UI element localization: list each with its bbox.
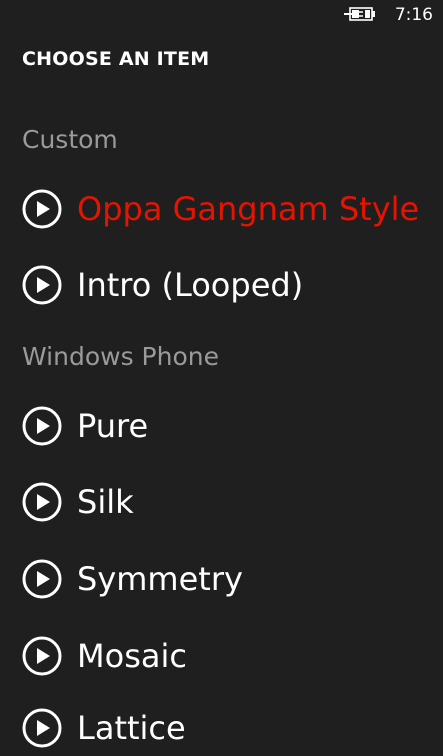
play-circle-icon bbox=[21, 405, 63, 447]
play-circle-icon bbox=[21, 635, 63, 677]
play-circle-icon bbox=[21, 264, 63, 306]
list-item-intro-looped[interactable]: Intro (Looped) bbox=[21, 257, 441, 313]
battery-charging-icon bbox=[344, 6, 376, 22]
item-label: Intro (Looped) bbox=[77, 266, 304, 304]
group-header-custom: Custom bbox=[22, 125, 118, 154]
item-label: Silk bbox=[77, 483, 134, 521]
status-bar: 7:16 bbox=[0, 0, 443, 32]
play-circle-icon bbox=[21, 481, 63, 523]
clock: 7:16 bbox=[394, 5, 433, 25]
item-label: Symmetry bbox=[77, 560, 243, 598]
item-label: Pure bbox=[77, 407, 149, 445]
list-item-lattice[interactable]: Lattice bbox=[21, 700, 441, 756]
list-item-mosaic[interactable]: Mosaic bbox=[21, 628, 441, 684]
item-label: Oppa Gangnam Style bbox=[77, 190, 420, 228]
play-circle-icon bbox=[21, 558, 63, 600]
list-item-silk[interactable]: Silk bbox=[21, 474, 441, 530]
play-circle-icon bbox=[21, 707, 63, 749]
item-label: Mosaic bbox=[77, 637, 187, 675]
list-item-pure[interactable]: Pure bbox=[21, 398, 441, 454]
group-header-windows-phone: Windows Phone bbox=[22, 342, 219, 371]
list-item-symmetry[interactable]: Symmetry bbox=[21, 551, 441, 607]
item-label: Lattice bbox=[77, 709, 186, 747]
list-item-oppa-gangnam-style[interactable]: Oppa Gangnam Style bbox=[21, 181, 441, 237]
page-title: CHOOSE AN ITEM bbox=[22, 48, 210, 70]
play-circle-icon bbox=[21, 188, 63, 230]
